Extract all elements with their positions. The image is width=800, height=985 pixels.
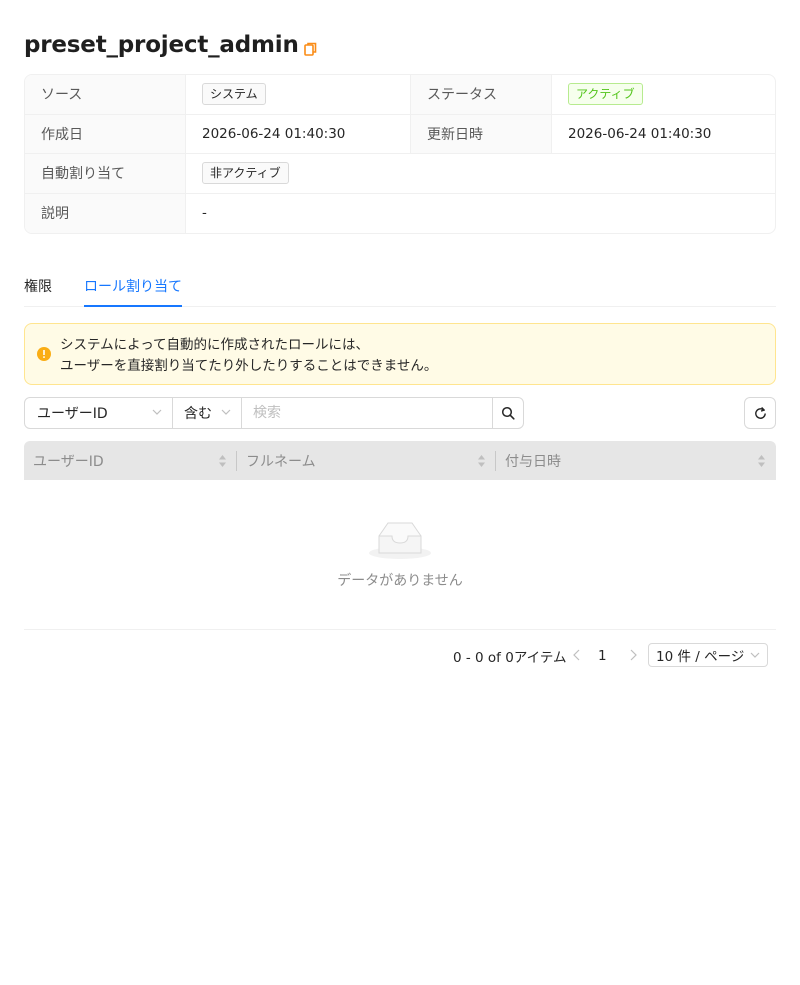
page-size-value: 10 件 / ページ bbox=[656, 649, 745, 665]
filter-field-select[interactable]: ユーザーID bbox=[24, 397, 173, 429]
sort-icon[interactable] bbox=[477, 453, 486, 469]
status-value: アクティブ bbox=[552, 75, 775, 114]
column-user-id[interactable]: ユーザーID bbox=[33, 441, 104, 480]
created-label: 作成日 bbox=[25, 114, 186, 153]
chevron-right-icon[interactable] bbox=[627, 648, 639, 662]
source-tag: システム bbox=[202, 83, 266, 106]
warning-icon bbox=[37, 347, 51, 361]
details-row-auto-assign: 自動割り当て 非アクティブ bbox=[25, 154, 775, 194]
search-button[interactable] bbox=[492, 397, 524, 429]
auto-assign-label: 自動割り当て bbox=[25, 154, 186, 193]
details-row-dates: 作成日 2026-06-24 01:40:30 更新日時 2026-06-24 … bbox=[25, 114, 775, 154]
alert-line-1: システムによって自動的に作成されたロールには、 bbox=[60, 337, 370, 353]
page-size-select[interactable]: 10 件 / ページ bbox=[648, 643, 768, 667]
auto-assign-tag: 非アクティブ bbox=[202, 162, 289, 185]
description-value: - bbox=[202, 205, 207, 222]
chevron-down-icon bbox=[221, 409, 231, 415]
refresh-icon bbox=[754, 406, 766, 419]
column-divider bbox=[236, 451, 237, 471]
sort-icon[interactable] bbox=[757, 453, 766, 469]
role-details: ソース システム ステータス アクティブ 作成日 2026-06-24 01:4… bbox=[24, 74, 776, 234]
filter-field-value: ユーザーID bbox=[37, 406, 108, 422]
warning-alert: システムによって自動的に作成されたロールには、 ユーザーを直接割り当てたり外した… bbox=[24, 323, 776, 385]
tab-active-indicator bbox=[84, 305, 182, 307]
description-label: 説明 bbox=[25, 193, 186, 233]
page-header: preset_project_admin bbox=[24, 28, 317, 62]
filter-operator-value: 含む bbox=[184, 406, 212, 422]
search-icon bbox=[501, 406, 515, 420]
copy-icon[interactable] bbox=[303, 42, 317, 56]
refresh-button[interactable] bbox=[744, 397, 776, 429]
column-granted-at-label: 付与日時 bbox=[505, 453, 561, 470]
table-header: ユーザーID フルネーム 付与日時 bbox=[24, 441, 776, 480]
updated-value: 2026-06-24 01:40:30 bbox=[568, 125, 712, 142]
tab-role-assignment[interactable]: ロール割り当て bbox=[84, 276, 182, 296]
column-user-id-label: ユーザーID bbox=[33, 453, 104, 470]
status-label: ステータス bbox=[410, 75, 552, 114]
tab-bar: 権限 ロール割り当て bbox=[24, 266, 776, 307]
auto-assign-value: 非アクティブ bbox=[186, 154, 775, 193]
updated-label: 更新日時 bbox=[410, 114, 552, 153]
status-badge: アクティブ bbox=[568, 83, 643, 106]
page-title: preset_project_admin bbox=[24, 32, 299, 58]
chevron-left-icon[interactable] bbox=[571, 648, 583, 662]
created-value: 2026-06-24 01:40:30 bbox=[202, 125, 346, 142]
filter-operator-select[interactable]: 含む bbox=[172, 397, 242, 429]
column-divider bbox=[495, 451, 496, 471]
source-label: ソース bbox=[25, 75, 186, 114]
pagination-page-1[interactable]: 1 bbox=[598, 648, 607, 664]
column-granted-at[interactable]: 付与日時 bbox=[505, 441, 561, 480]
alert-line-2: ユーザーを直接割り当てたり外したりすることはできません。 bbox=[60, 358, 438, 374]
filter-bar: ユーザーID 含む bbox=[24, 397, 524, 429]
source-value: システム bbox=[186, 75, 410, 114]
pagination-total: 0 - 0 of 0アイテム bbox=[453, 650, 567, 666]
details-row-source: ソース システム ステータス アクティブ bbox=[25, 75, 775, 115]
empty-inbox-icon bbox=[369, 522, 431, 559]
alert-message: システムによって自動的に作成されたロールには、 ユーザーを直接割り当てたり外した… bbox=[60, 335, 437, 377]
chevron-down-icon bbox=[750, 652, 760, 658]
details-row-description: 説明 - bbox=[25, 193, 775, 233]
search-input[interactable] bbox=[241, 397, 493, 429]
empty-message: データがありません bbox=[337, 573, 463, 589]
column-full-name-label: フルネーム bbox=[246, 453, 316, 470]
chevron-down-icon bbox=[152, 409, 162, 415]
column-full-name[interactable]: フルネーム bbox=[246, 441, 316, 480]
table-empty-state: データがありません bbox=[24, 480, 776, 630]
sort-icon[interactable] bbox=[218, 453, 227, 469]
tab-permissions[interactable]: 権限 bbox=[24, 276, 52, 296]
